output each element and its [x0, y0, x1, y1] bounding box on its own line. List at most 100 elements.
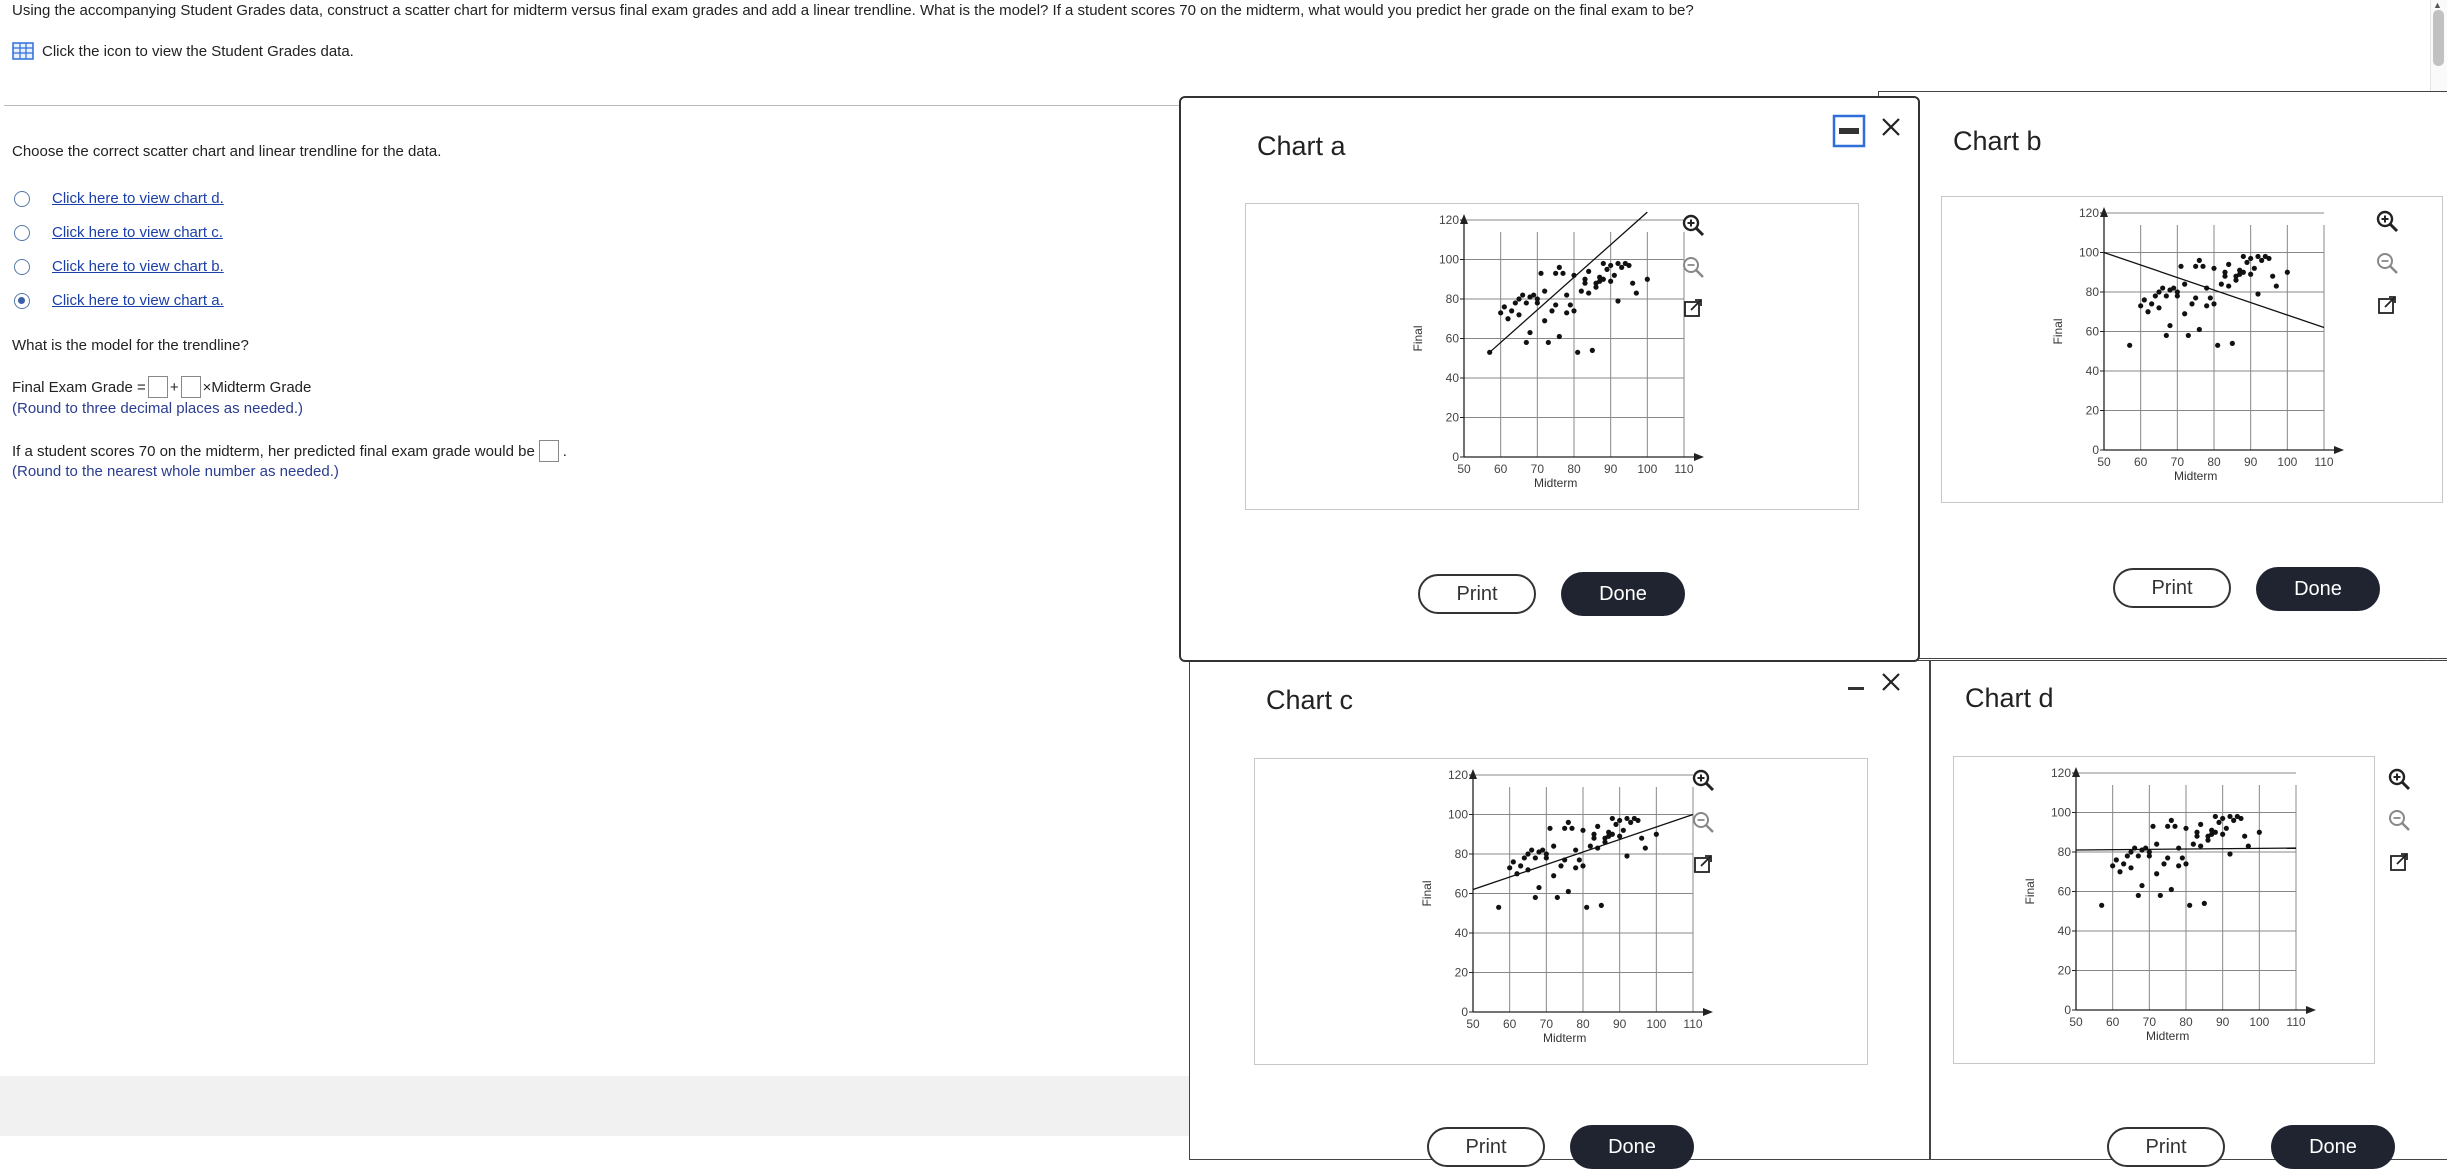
predict-prompt: If a student scores 70 on the midterm, h… [12, 442, 535, 460]
prediction-input[interactable] [538, 440, 559, 462]
data-point [1591, 831, 1597, 837]
radio-chart-a[interactable] [14, 292, 30, 309]
chart-d-title: Chart d [1965, 683, 2054, 713]
zoom-out-icon[interactable] [1690, 809, 1716, 835]
y-tick-label: 20 [1446, 411, 1460, 425]
chart-a-done-button[interactable]: Done [1561, 572, 1685, 616]
option-chart-b[interactable]: Click here to view chart b. [14, 258, 224, 275]
data-point [2240, 269, 2246, 275]
data-point [1520, 292, 1526, 298]
chart-a-zoom-in[interactable] [1680, 212, 1706, 238]
chart-b-zoom-out[interactable] [2374, 250, 2400, 276]
x-tick-label: 60 [1503, 1017, 1517, 1031]
chart-c-done-button[interactable]: Done [1570, 1125, 1694, 1169]
chart-b-print-button[interactable]: Print [2113, 568, 2231, 608]
equation-rhs: ×Midterm Grade [202, 378, 312, 396]
x-tick-label: 90 [1613, 1017, 1627, 1031]
data-point [2156, 289, 2162, 295]
data-point [1542, 318, 1548, 324]
table-icon[interactable] [12, 42, 34, 60]
radio-chart-b[interactable] [14, 258, 30, 275]
chart-a-minimize-icon[interactable] [1832, 114, 1866, 148]
data-point [1516, 312, 1522, 318]
option-chart-a[interactable]: Click here to view chart a. [14, 292, 224, 309]
chart-c-print-button[interactable]: Print [1427, 1127, 1545, 1167]
data-point [1534, 296, 1540, 302]
chart-a-print-button[interactable]: Print [1418, 574, 1536, 614]
zoom-out-icon[interactable] [2386, 807, 2412, 833]
zoom-in-icon[interactable] [1680, 212, 1706, 238]
chart-a-popout[interactable] [1680, 295, 1706, 321]
chart-c-zoom-in[interactable] [1690, 767, 1716, 793]
data-point [1512, 300, 1518, 306]
zoom-out-icon[interactable] [2374, 250, 2400, 276]
popout-icon[interactable] [1690, 851, 1716, 877]
chart-a-title: Chart a [1257, 131, 1346, 161]
data-point [2211, 265, 2217, 271]
data-point [1553, 270, 1559, 276]
data-point [2145, 309, 2151, 315]
intercept-input[interactable] [147, 376, 168, 398]
chart-b-zoom-in[interactable] [2374, 208, 2400, 234]
scroll-up-arrow[interactable]: ▲ [2433, 0, 2442, 10]
chart-c-modal: Chart c 50 60 70 80 90 100 110 0 20 40 60 80 100 120 M… [1189, 660, 1930, 1169]
chart-b-plot: 50 60 70 80 90 100 110 0 20 40 60 80 100 120 Midterm Fi… [2051, 206, 2344, 483]
data-point [1496, 904, 1502, 910]
data-point [1576, 857, 1582, 863]
data-point [2156, 305, 2162, 311]
data-point [2259, 257, 2265, 263]
link-chart-c[interactable]: Click here to view chart c. [52, 224, 223, 241]
popout-icon[interactable] [1680, 295, 1706, 321]
y-tick-label: 0 [2064, 1003, 2071, 1017]
chart-d-print-button[interactable]: Print [2107, 1127, 2225, 1167]
option-chart-d[interactable]: Click here to view chart d. [14, 190, 224, 207]
data-point [1575, 349, 1581, 355]
scrollbar-thumb[interactable] [2433, 10, 2444, 66]
chart-c-minimize-icon[interactable] [1846, 677, 1866, 697]
x-tick-label: 50 [1457, 462, 1471, 476]
chart-a-zoom-out[interactable] [1680, 254, 1706, 280]
zoom-in-icon[interactable] [2374, 208, 2400, 234]
data-point [1527, 329, 1533, 336]
chart-c-zoom-out[interactable] [1690, 809, 1716, 835]
chart-c-popout[interactable] [1690, 851, 1716, 877]
data-point [1532, 894, 1538, 901]
data-point [2150, 823, 2156, 829]
option-chart-c[interactable]: Click here to view chart c. [14, 224, 223, 241]
y-tick-label: 20 [1455, 966, 1469, 980]
data-point [1653, 831, 1659, 837]
popout-icon[interactable] [2374, 292, 2400, 318]
zoom-out-icon[interactable] [1680, 254, 1706, 280]
zoom-in-icon[interactable] [1690, 767, 1716, 793]
data-point [1558, 863, 1564, 869]
chart-a-close-icon[interactable] [1879, 115, 1903, 139]
data-point [2189, 301, 2195, 307]
chart-c-close-icon[interactable] [1880, 671, 1902, 693]
chart-d-zoom-out[interactable] [2386, 807, 2412, 833]
zoom-in-icon[interactable] [2386, 766, 2412, 792]
x-tick-label: 70 [1540, 1017, 1554, 1031]
student-grades-data-link[interactable]: Click the icon to view the Student Grade… [12, 42, 354, 60]
radio-chart-d[interactable] [14, 190, 30, 207]
data-point [2163, 332, 2169, 339]
popout-icon[interactable] [2386, 849, 2412, 875]
chart-d-popout[interactable] [2386, 849, 2412, 875]
data-point [1604, 266, 1610, 272]
data-point [1551, 873, 1557, 879]
radio-chart-c[interactable] [14, 224, 30, 241]
data-point [2183, 825, 2189, 831]
slope-input[interactable] [180, 376, 201, 398]
data-point [1569, 825, 1575, 831]
data-point [1564, 292, 1570, 298]
chart-b-done-button[interactable]: Done [2256, 567, 2380, 611]
link-chart-a[interactable]: Click here to view chart a. [52, 292, 224, 309]
y-axis-arrow [1460, 214, 1468, 224]
link-chart-b[interactable]: Click here to view chart b. [52, 258, 224, 275]
x-tick-label: 100 [1646, 1017, 1666, 1031]
link-chart-d[interactable]: Click here to view chart d. [52, 190, 224, 207]
question-text: Using the accompanying Student Grades da… [12, 2, 1694, 19]
chart-d-done-button[interactable]: Done [2271, 1125, 2395, 1169]
chart-d-zoom-in[interactable] [2386, 766, 2412, 792]
chart-b-popout[interactable] [2374, 292, 2400, 318]
data-point [2154, 841, 2160, 847]
